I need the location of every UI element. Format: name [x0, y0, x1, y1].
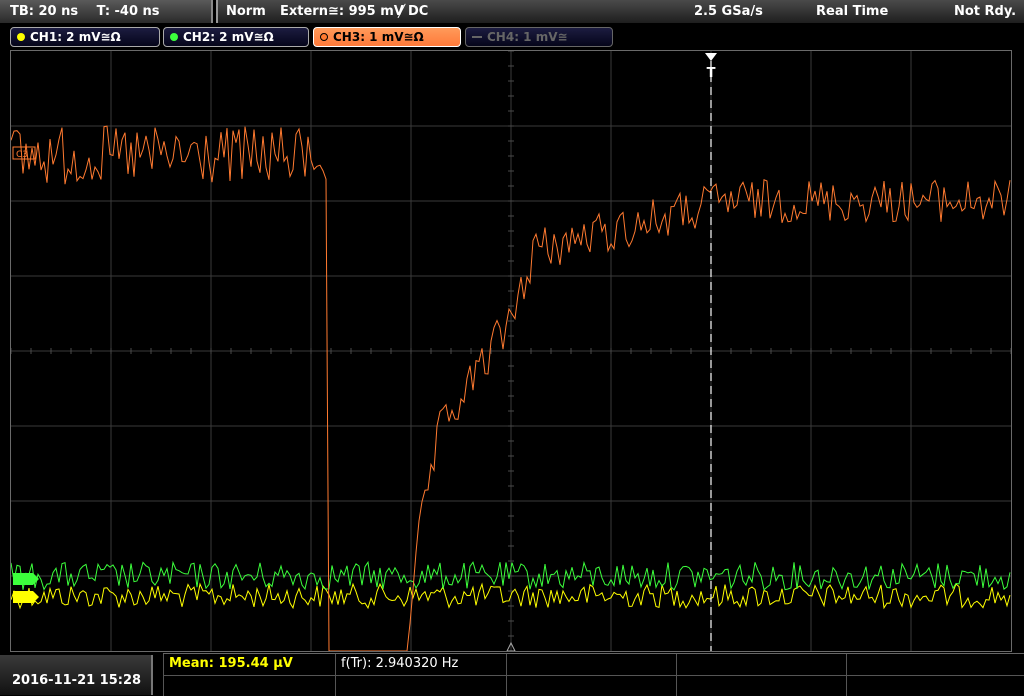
trigger-source: Extern≅: 995 mV [280, 4, 404, 19]
ch4-off-icon [472, 36, 482, 38]
waveform-display[interactable]: T C3 [10, 50, 1012, 652]
top-status-bar: TB: 20 ns T: -40 ns Norm Extern≅: 995 mV… [0, 0, 1024, 24]
mean-measurement[interactable]: Mean: 195.44 µV [169, 655, 293, 675]
trigger-status: Not Rdy. [954, 4, 1017, 19]
timebase-value: TB: 20 ns [10, 4, 79, 19]
ch1-dot-icon [17, 33, 25, 41]
meas-divider-0 [163, 654, 164, 696]
grid [11, 51, 1011, 651]
ch3-dot-icon [320, 33, 328, 41]
meas-divider-1 [335, 654, 336, 696]
tab-ch4[interactable]: CH4: 1 mV≅ [465, 27, 613, 47]
ch2-dot-icon [170, 33, 178, 41]
frequency-measurement[interactable]: f(Tr): 2.940320 Hz [341, 655, 458, 675]
waveform-svg: T C3 [11, 51, 1011, 651]
tab-ch2[interactable]: CH2: 2 mV≅Ω [163, 27, 309, 47]
trigger-arrow-icon[interactable] [705, 53, 717, 61]
datetime-box: 2016-11-21 15:28 [0, 655, 153, 695]
trigger-marker: T [707, 66, 716, 81]
ch3-marker-label: C3 [16, 150, 28, 160]
meas-divider-2 [506, 654, 507, 696]
rising-edge-icon: ╱ [398, 4, 406, 18]
meas-divider-h [163, 675, 1024, 676]
ch3-label: CH3: 1 mV≅Ω [333, 30, 424, 44]
tab-ch3[interactable]: CH3: 1 mV≅Ω [313, 27, 461, 47]
timebase-box[interactable]: TB: 20 ns T: -40 ns [0, 0, 213, 23]
tab-ch1[interactable]: CH1: 2 mV≅Ω [10, 27, 160, 47]
ch2-label: CH2: 2 mV≅Ω [183, 30, 274, 44]
meas-divider-4 [846, 654, 847, 696]
ch1-label: CH1: 2 mV≅Ω [30, 30, 121, 44]
ch4-label: CH4: 1 mV≅ [487, 30, 568, 44]
measurement-bar: Mean: 195.44 µV f(Tr): 2.940320 Hz [163, 653, 1024, 696]
sample-rate: 2.5 GSa/s [694, 4, 763, 19]
acquisition-mode: Real Time [816, 4, 889, 19]
trigger-time-value: T: -40 ns [96, 4, 160, 19]
acquisition-box[interactable]: Norm Extern≅: 995 mV ╱ DC 2.5 GSa/s Real… [216, 0, 1024, 23]
trigger-coupling: DC [408, 4, 429, 19]
trigger-mode: Norm [226, 4, 266, 19]
ch2-level-marker[interactable] [13, 573, 39, 585]
meas-divider-3 [676, 654, 677, 696]
datetime: 2016-11-21 15:28 [12, 673, 142, 688]
